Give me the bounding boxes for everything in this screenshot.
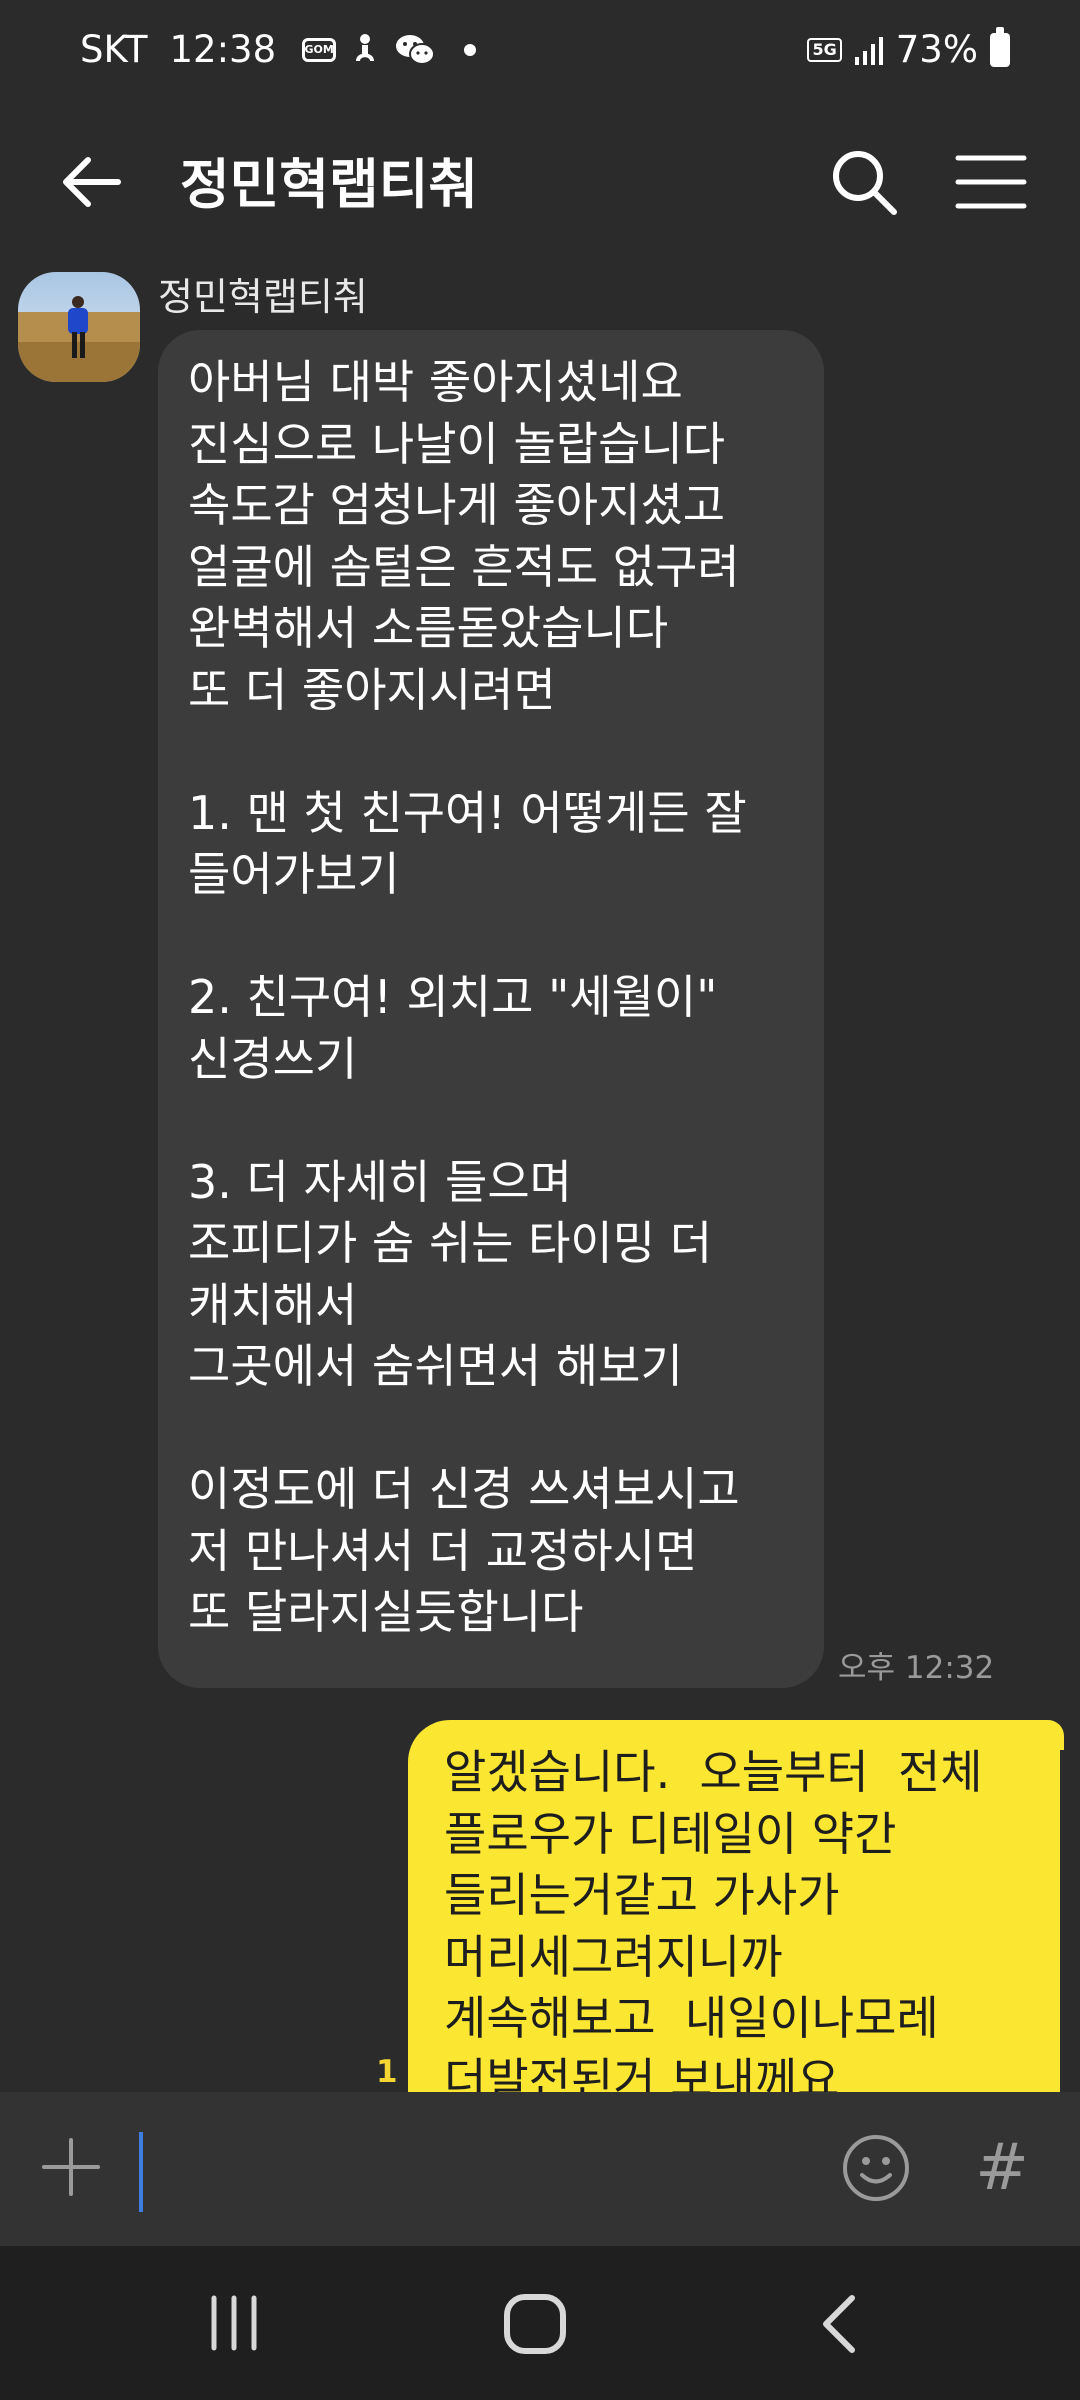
incoming-message-bubble[interactable]: 아버님 대박 좋아지셨네요 진심으로 나날이 놀랍습니다 속도감 엄청나게 좋아… xyxy=(158,330,824,1688)
dot-icon xyxy=(464,43,477,56)
wechat-icon xyxy=(396,34,436,65)
search-icon[interactable] xyxy=(826,144,902,220)
message-input-bar: # xyxy=(0,2092,1080,2246)
back-arrow-icon[interactable] xyxy=(52,142,132,222)
avatar[interactable] xyxy=(18,272,140,382)
accessibility-icon xyxy=(356,33,375,61)
recent-apps-icon[interactable] xyxy=(202,2294,266,2352)
status-left: SKT 12:38 GOM xyxy=(80,28,477,71)
sender-name: 정민혁랩티춰 xyxy=(158,275,368,319)
unread-count-badge: 1 xyxy=(376,2054,398,2090)
5g-icon: 5G xyxy=(807,37,842,62)
clock: 12:38 xyxy=(169,28,277,71)
notification-icons: GOM xyxy=(302,33,477,67)
chat-title: 정민혁랩티춰 xyxy=(180,153,479,216)
message-input[interactable] xyxy=(146,2130,790,2212)
message-list[interactable]: 정민혁랩티춰 아버님 대박 좋아지셨네요 진심으로 나날이 놀랍습니다 속도감 … xyxy=(0,272,1080,2092)
menu-icon[interactable] xyxy=(950,144,1032,220)
chat-header: 정민혁랩티춰 xyxy=(0,92,1080,272)
system-nav-bar xyxy=(0,2246,1080,2400)
gom-icon: GOM xyxy=(302,37,337,62)
battery-icon xyxy=(990,26,1010,67)
home-icon[interactable] xyxy=(502,2292,568,2356)
emoji-icon[interactable] xyxy=(838,2130,914,2206)
carrier-label: SKT xyxy=(80,28,148,71)
outgoing-message-bubble[interactable]: 알겠습니다. 오늘부터 전체 플로우가 디테일이 약간 들리는거같고 가사가 머… xyxy=(408,1720,1060,2092)
status-bar: SKT 12:38 GOM 5G 73% xyxy=(0,0,1080,92)
nav-back-icon[interactable] xyxy=(812,2292,868,2356)
plus-icon[interactable] xyxy=(40,2136,102,2198)
text-cursor xyxy=(139,2132,143,2212)
hash-icon[interactable]: # xyxy=(972,2130,1032,2206)
message-timestamp: 오후 12:32 xyxy=(838,1650,995,1686)
battery-percent: 73% xyxy=(895,28,978,71)
status-right: 5G 73% xyxy=(807,26,1010,71)
signal-icon xyxy=(854,36,883,65)
